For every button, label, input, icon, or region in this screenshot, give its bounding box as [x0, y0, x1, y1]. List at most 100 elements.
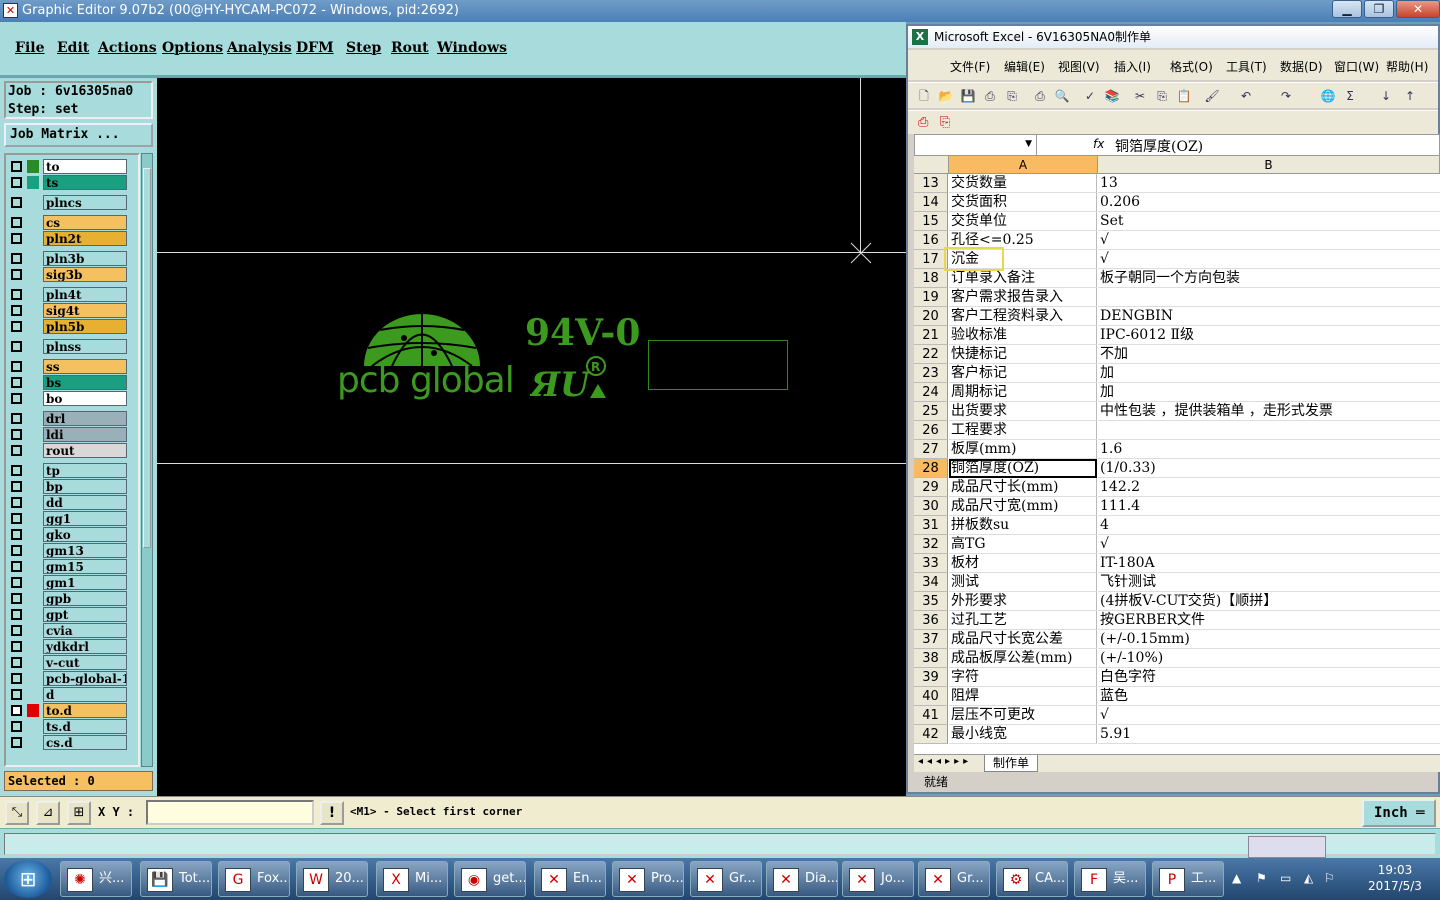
- cell-a[interactable]: 出货要求: [949, 402, 1097, 421]
- layer-name[interactable]: cvia: [43, 623, 127, 638]
- cell-a[interactable]: 客户工程资料录入: [949, 307, 1097, 326]
- copy-icon[interactable]: ⎘: [1154, 88, 1170, 104]
- layer-checkbox[interactable]: [11, 625, 22, 636]
- layer-checkbox[interactable]: [11, 217, 22, 228]
- cell-a[interactable]: 快捷标记: [949, 345, 1097, 364]
- cell-b[interactable]: (+/-0.15mm): [1098, 630, 1440, 649]
- cell-b[interactable]: √: [1098, 231, 1440, 250]
- cell-b[interactable]: √: [1098, 250, 1440, 269]
- row-header[interactable]: 37: [914, 630, 948, 649]
- alert-button[interactable]: !: [320, 801, 344, 825]
- taskbar-button[interactable]: ✕ Gr...: [918, 861, 990, 897]
- cell-b[interactable]: 4: [1098, 516, 1440, 535]
- fx-icon[interactable]: fx: [1093, 137, 1104, 151]
- excel-menu-item[interactable]: 工具(T): [1226, 58, 1267, 75]
- layer-checkbox[interactable]: [11, 689, 22, 700]
- cell-a[interactable]: 过孔工艺: [949, 611, 1097, 630]
- cell-a[interactable]: 阻焊: [949, 687, 1097, 706]
- flag-icon[interactable]: ⚐: [1324, 871, 1335, 885]
- paste-icon[interactable]: 📋: [1176, 88, 1192, 104]
- layer-name[interactable]: bo: [43, 391, 127, 406]
- row-header[interactable]: 30: [914, 497, 948, 516]
- layer-row[interactable]: pln5b: [9, 319, 127, 334]
- row-header[interactable]: 21: [914, 326, 948, 345]
- layer-name[interactable]: pln5b: [43, 319, 127, 334]
- layer-checkbox[interactable]: [11, 197, 22, 208]
- layer-name[interactable]: v-cut: [43, 655, 127, 670]
- layer-checkbox[interactable]: [11, 481, 22, 492]
- layer-row[interactable]: rout: [9, 443, 127, 458]
- row-header[interactable]: 28: [914, 459, 948, 478]
- cell-b[interactable]: 飞针测试: [1098, 573, 1440, 592]
- cell-a[interactable]: 周期标记: [949, 383, 1097, 402]
- layer-row[interactable]: ts: [9, 175, 127, 190]
- cell-b[interactable]: 13: [1098, 174, 1440, 193]
- layer-list-scrollbar[interactable]: [141, 153, 153, 767]
- row-header[interactable]: 17: [914, 250, 948, 269]
- corner-select-all[interactable]: [914, 156, 949, 174]
- layer-checkbox[interactable]: [11, 361, 22, 372]
- layer-name[interactable]: ydkdrl: [43, 639, 127, 654]
- cell-b[interactable]: DENGBIN: [1098, 307, 1440, 326]
- layer-checkbox[interactable]: [11, 545, 22, 556]
- sort-desc-icon[interactable]: ↑: [1402, 88, 1418, 104]
- row-header[interactable]: 39: [914, 668, 948, 687]
- layer-row[interactable]: bs: [9, 375, 127, 390]
- row-header[interactable]: 33: [914, 554, 948, 573]
- layer-checkbox[interactable]: [11, 393, 22, 404]
- cell-a[interactable]: 客户标记: [949, 364, 1097, 383]
- menu-windows[interactable]: Windows: [437, 40, 507, 56]
- layer-name[interactable]: cs: [43, 215, 127, 230]
- chevron-down-icon[interactable]: ▼: [1025, 139, 1032, 149]
- cell-a[interactable]: 交货单位: [949, 212, 1097, 231]
- cell-b[interactable]: 板子朝同一个方向包装: [1098, 269, 1440, 288]
- layer-checkbox[interactable]: [11, 305, 22, 316]
- layer-row[interactable]: cs: [9, 215, 127, 230]
- start-button[interactable]: ⊞: [4, 860, 52, 898]
- excel-menu-item[interactable]: 视图(V): [1058, 58, 1100, 75]
- layer-name[interactable]: gm15: [43, 559, 127, 574]
- minimize-button[interactable]: ▁: [1332, 0, 1362, 18]
- pdf-convert-icon[interactable]: ⎙: [918, 115, 928, 130]
- cell-a[interactable]: 交货数量: [949, 174, 1097, 193]
- format-painter-icon[interactable]: 🖌: [1204, 88, 1220, 104]
- cell-a[interactable]: 字符: [949, 668, 1097, 687]
- job-matrix-button[interactable]: Job Matrix ...: [4, 123, 153, 147]
- layer-checkbox[interactable]: [11, 321, 22, 332]
- measure-tool-button[interactable]: ⊿: [36, 801, 60, 825]
- clock[interactable]: 19:03 2017/5/3: [1352, 862, 1438, 896]
- input-method-bar[interactable]: [1248, 836, 1326, 858]
- layer-checkbox[interactable]: [11, 657, 22, 668]
- cell-b[interactable]: √: [1098, 706, 1440, 725]
- cell-b[interactable]: √: [1098, 535, 1440, 554]
- layer-row[interactable]: bo: [9, 391, 127, 406]
- menu-options[interactable]: Options: [162, 40, 223, 56]
- excel-menu-item[interactable]: 格式(O): [1170, 58, 1213, 75]
- layer-row[interactable]: ts.d: [9, 719, 127, 734]
- row-header[interactable]: 19: [914, 288, 948, 307]
- cell-a[interactable]: 层压不可更改: [949, 706, 1097, 725]
- sheet-tab[interactable]: 制作单: [984, 755, 1039, 772]
- maximize-button[interactable]: ❐: [1364, 0, 1394, 18]
- layer-checkbox[interactable]: [11, 161, 22, 172]
- menu-analysis[interactable]: Analysis: [227, 40, 292, 56]
- zoom-tool-button[interactable]: ⤡: [5, 801, 29, 825]
- cell-a[interactable]: 客户需求报告录入: [949, 288, 1097, 307]
- xy-input[interactable]: [146, 800, 314, 825]
- layer-checkbox[interactable]: [11, 609, 22, 620]
- layer-name[interactable]: drl: [43, 411, 127, 426]
- layer-checkbox[interactable]: [11, 705, 22, 716]
- row-header[interactable]: 36: [914, 611, 948, 630]
- taskbar-button[interactable]: ◉ get...: [454, 861, 526, 897]
- layer-name[interactable]: gg1: [43, 511, 127, 526]
- cell-a[interactable]: 订单录入备注: [949, 269, 1097, 288]
- excel-menu-item[interactable]: 插入(I): [1114, 58, 1151, 75]
- cell-a[interactable]: 成品尺寸长(mm): [949, 478, 1097, 497]
- layer-row[interactable]: ldi: [9, 427, 127, 442]
- cell-a[interactable]: 铜箔厚度(OZ): [949, 459, 1097, 478]
- layer-checkbox[interactable]: [11, 269, 22, 280]
- cell-b[interactable]: 不加: [1098, 345, 1440, 364]
- layer-row[interactable]: to.d: [9, 703, 127, 718]
- layer-name[interactable]: gm13: [43, 543, 127, 558]
- layer-row[interactable]: pln4t: [9, 287, 127, 302]
